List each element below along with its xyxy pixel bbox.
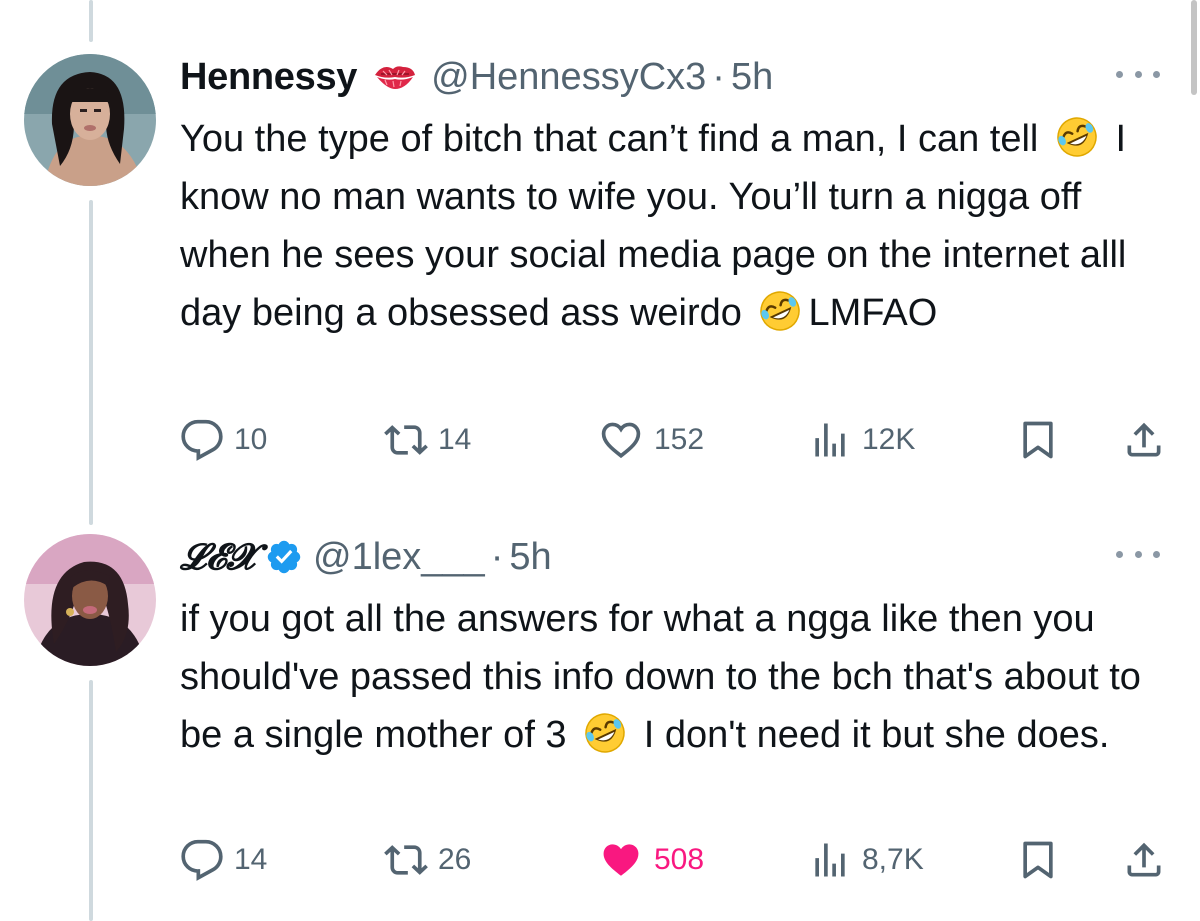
user-handle[interactable]: @1lex___	[313, 536, 485, 579]
tweet-text-part: LMFAO	[808, 292, 938, 334]
views-button[interactable]: 8,7K	[808, 838, 924, 882]
thread-line-bottom	[89, 680, 93, 921]
reply-icon	[181, 419, 223, 461]
tweet-content: Hennessy @HennessyCx3 · 5h You the type …	[180, 52, 1190, 342]
rofl-emoji-icon	[585, 713, 625, 753]
scrollbar-thumb[interactable]	[1191, 0, 1197, 95]
avatar[interactable]	[24, 534, 156, 666]
like-icon	[601, 422, 641, 459]
reply-count: 14	[234, 843, 268, 876]
timestamp[interactable]: 5h	[509, 536, 551, 579]
rofl-emoji-icon	[760, 291, 801, 331]
thread-line-middle	[89, 200, 93, 525]
avatar-image	[24, 54, 156, 186]
scrollbar[interactable]	[1190, 0, 1200, 95]
like-button[interactable]: 508	[598, 838, 704, 882]
display-name[interactable]: 𝓛𝓔𝓧	[180, 536, 255, 579]
share-icon	[1127, 842, 1161, 877]
verified-icon	[265, 538, 303, 576]
more-icon[interactable]	[1116, 62, 1160, 86]
tweet-header: 𝓛𝓔𝓧 @1lex___ · 5h	[180, 532, 1190, 582]
separator-dot: ·	[490, 535, 504, 578]
retweet-icon	[384, 425, 428, 455]
retweet-count: 14	[438, 423, 472, 456]
like-icon	[603, 844, 639, 876]
tweet-actions: 10 14 152 12K	[0, 418, 1190, 462]
share-button[interactable]	[1122, 838, 1166, 882]
display-name[interactable]: Hennessy	[180, 56, 357, 99]
avatar-image	[24, 534, 156, 666]
share-icon	[1127, 422, 1161, 457]
share-button[interactable]	[1122, 418, 1166, 462]
views-count: 12K	[862, 423, 916, 456]
tweet-header: Hennessy @HennessyCx3 · 5h	[180, 52, 1190, 102]
separator-dot: ·	[712, 55, 725, 98]
avatar[interactable]	[24, 54, 156, 186]
bookmark-button[interactable]	[1016, 418, 1060, 462]
bookmark-icon	[1023, 841, 1053, 879]
tweet-text-part: I don't need it but she does.	[643, 714, 1110, 756]
like-count: 152	[654, 423, 705, 456]
tweet-text: if you got all the answers for what a ng…	[180, 590, 1170, 764]
retweet-button[interactable]: 14	[384, 418, 471, 462]
tweet-content: 𝓛𝓔𝓧 @1lex___ · 5h if you got all the ans…	[180, 532, 1190, 764]
reply-button[interactable]: 14	[180, 838, 267, 882]
reply-button[interactable]: 10	[180, 418, 267, 462]
like-count: 508	[654, 843, 705, 876]
retweet-count: 26	[438, 843, 472, 876]
more-icon[interactable]	[1116, 542, 1160, 566]
retweet-icon	[384, 845, 428, 875]
tweet-text-part: You the type of bitch that can’t find a …	[180, 118, 1039, 160]
bookmark-icon	[1023, 421, 1053, 459]
views-icon	[815, 423, 845, 457]
views-button[interactable]: 12K	[808, 418, 915, 462]
kiss-mark-icon	[373, 59, 417, 95]
bookmark-button[interactable]	[1016, 838, 1060, 882]
reply-icon	[181, 839, 223, 881]
thread-line-top	[89, 0, 93, 42]
views-count: 8,7K	[862, 843, 924, 876]
views-icon	[815, 843, 845, 877]
reply-count: 10	[234, 423, 268, 456]
user-handle[interactable]: @HennessyCx3	[431, 56, 706, 99]
like-button[interactable]: 152	[598, 418, 704, 462]
tweet-actions: 14 26 508 8,7K	[0, 838, 1190, 882]
timestamp[interactable]: 5h	[731, 56, 773, 99]
tweet-text: You the type of bitch that can’t find a …	[180, 110, 1170, 342]
rofl-emoji-icon	[1057, 117, 1097, 157]
retweet-button[interactable]: 26	[384, 838, 471, 882]
